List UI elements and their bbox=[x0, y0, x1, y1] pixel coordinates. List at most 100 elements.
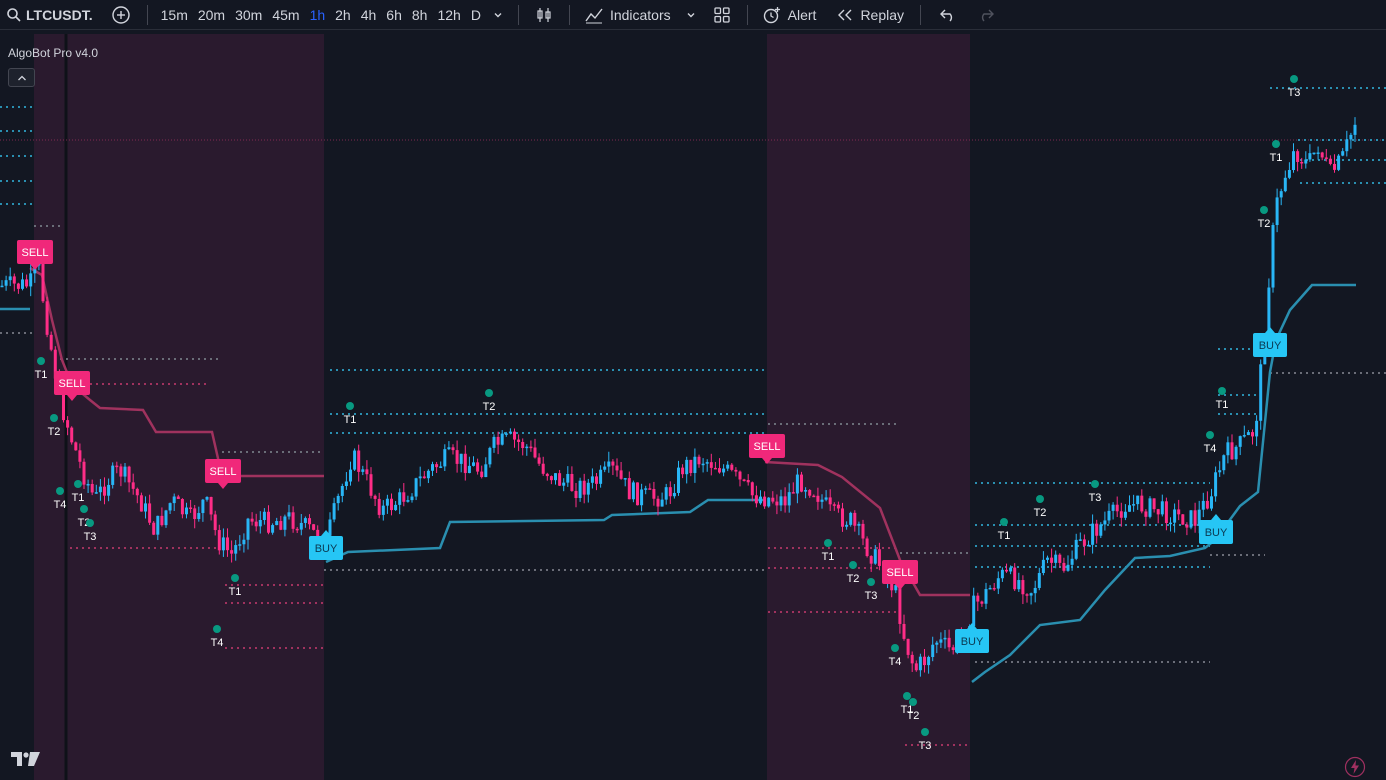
timeframe-2h[interactable]: 2h bbox=[330, 7, 356, 23]
candle-body bbox=[98, 486, 102, 493]
compare-button[interactable] bbox=[93, 0, 139, 30]
timeframe-4h[interactable]: 4h bbox=[356, 7, 382, 23]
candle-body bbox=[1107, 510, 1111, 521]
symbol-search[interactable]: LTCUSDT. bbox=[0, 0, 93, 30]
tradingview-logo-icon[interactable] bbox=[10, 750, 42, 773]
candle-body bbox=[873, 549, 877, 564]
candle-body bbox=[1103, 520, 1107, 525]
target-label: T2 bbox=[48, 426, 61, 438]
candle-body bbox=[201, 499, 205, 514]
candle-body bbox=[205, 496, 209, 500]
target-label: T3 bbox=[84, 531, 97, 543]
candle-body bbox=[832, 504, 836, 506]
target-dot bbox=[1290, 75, 1298, 83]
candle-body bbox=[976, 595, 980, 602]
candle-body bbox=[0, 285, 4, 288]
sell-zone bbox=[767, 34, 970, 780]
chevron-down-icon bbox=[492, 9, 504, 21]
indicator-title: AlgoBot Pro v4.0 bbox=[8, 46, 99, 60]
candle-body bbox=[90, 483, 94, 493]
candle-body bbox=[742, 479, 746, 481]
candle-body bbox=[226, 537, 229, 551]
candle-body bbox=[656, 498, 660, 507]
candle-body bbox=[1050, 557, 1054, 563]
candle-body bbox=[689, 459, 693, 474]
collapse-legend-button[interactable] bbox=[8, 68, 35, 87]
candle-body bbox=[775, 501, 779, 506]
candle-body bbox=[472, 462, 475, 466]
candle-body bbox=[1066, 564, 1070, 571]
indicators-label: Indicators bbox=[609, 6, 671, 23]
layouts-button[interactable] bbox=[705, 0, 739, 30]
candle-body bbox=[636, 482, 639, 506]
candle-body bbox=[1226, 442, 1230, 456]
candle-body bbox=[972, 595, 976, 627]
target-label: T2 bbox=[483, 401, 496, 413]
candle-body bbox=[476, 462, 480, 472]
candle-body bbox=[566, 473, 570, 483]
candle-body bbox=[1111, 504, 1115, 511]
candle-body bbox=[1292, 151, 1295, 171]
candle-body bbox=[1095, 523, 1099, 536]
candle-body bbox=[303, 518, 307, 523]
timeframe-1h[interactable]: 1h bbox=[305, 7, 331, 23]
timeframe-D[interactable]: D bbox=[466, 7, 486, 23]
timeframe-12h[interactable]: 12h bbox=[432, 7, 465, 23]
candle-body bbox=[418, 476, 422, 479]
candle-body bbox=[402, 492, 406, 502]
candle-body bbox=[271, 525, 275, 533]
candle-body bbox=[697, 456, 701, 465]
candle-body bbox=[365, 469, 369, 475]
candle-body bbox=[451, 447, 455, 451]
candle-body bbox=[988, 587, 992, 590]
candle-body bbox=[29, 273, 33, 287]
candle-body bbox=[1255, 420, 1259, 437]
timeframe-6h[interactable]: 6h bbox=[381, 7, 407, 23]
candle-body bbox=[767, 497, 771, 507]
replay-button[interactable]: Replay bbox=[822, 0, 910, 30]
candle-body bbox=[1119, 511, 1123, 518]
target-label: T1 bbox=[35, 369, 48, 381]
candle-body bbox=[525, 446, 529, 449]
candle-body bbox=[1136, 495, 1140, 505]
target-dot bbox=[891, 644, 899, 652]
alert-button[interactable]: Alert bbox=[756, 0, 823, 30]
chart-pane[interactable]: T1 T2 T4 T1 T2 T3 T1 T4 T1 T2 T1 T2 T3 T4 T1 T2 T3 T1 T2 T3… bbox=[0, 34, 1386, 780]
target-dot bbox=[849, 561, 857, 569]
indicators-button[interactable]: Indicators bbox=[578, 0, 677, 30]
target-dot bbox=[1272, 140, 1280, 148]
candle-body bbox=[1000, 569, 1004, 579]
candle-body bbox=[426, 470, 430, 479]
timeframe-30m[interactable]: 30m bbox=[230, 7, 267, 23]
chart-type-button[interactable] bbox=[527, 0, 561, 30]
candle-body bbox=[131, 482, 135, 489]
indicators-dropdown[interactable] bbox=[677, 0, 705, 30]
candle-body bbox=[677, 467, 680, 493]
candle-body bbox=[176, 496, 180, 500]
timeframe-dropdown[interactable] bbox=[486, 0, 510, 30]
timeframe-15m[interactable]: 15m bbox=[156, 7, 193, 23]
timeframe-20m[interactable]: 20m bbox=[193, 7, 230, 23]
candle-body bbox=[1304, 159, 1308, 164]
candle-body bbox=[1312, 152, 1316, 155]
target-dot bbox=[74, 480, 82, 488]
candle-body bbox=[1353, 124, 1357, 135]
candle-body bbox=[45, 301, 49, 335]
timeframe-8h[interactable]: 8h bbox=[407, 7, 433, 23]
redo-button[interactable] bbox=[967, 0, 1005, 30]
candle-body bbox=[1218, 470, 1222, 473]
candle-body bbox=[328, 519, 332, 536]
candle-body bbox=[377, 498, 381, 515]
target-dot bbox=[213, 625, 221, 633]
sell-signal-text: SELL bbox=[887, 567, 914, 579]
target-dot bbox=[1206, 431, 1214, 439]
timeframe-45m[interactable]: 45m bbox=[267, 7, 304, 23]
candle-body bbox=[562, 482, 566, 486]
candle-body bbox=[275, 521, 279, 526]
target-dot bbox=[80, 505, 88, 513]
lightning-icon[interactable] bbox=[1344, 756, 1366, 780]
undo-button[interactable] bbox=[929, 0, 967, 30]
sell-signal-text: SELL bbox=[754, 441, 781, 453]
candle-body bbox=[902, 623, 906, 639]
candle-body bbox=[828, 497, 832, 505]
